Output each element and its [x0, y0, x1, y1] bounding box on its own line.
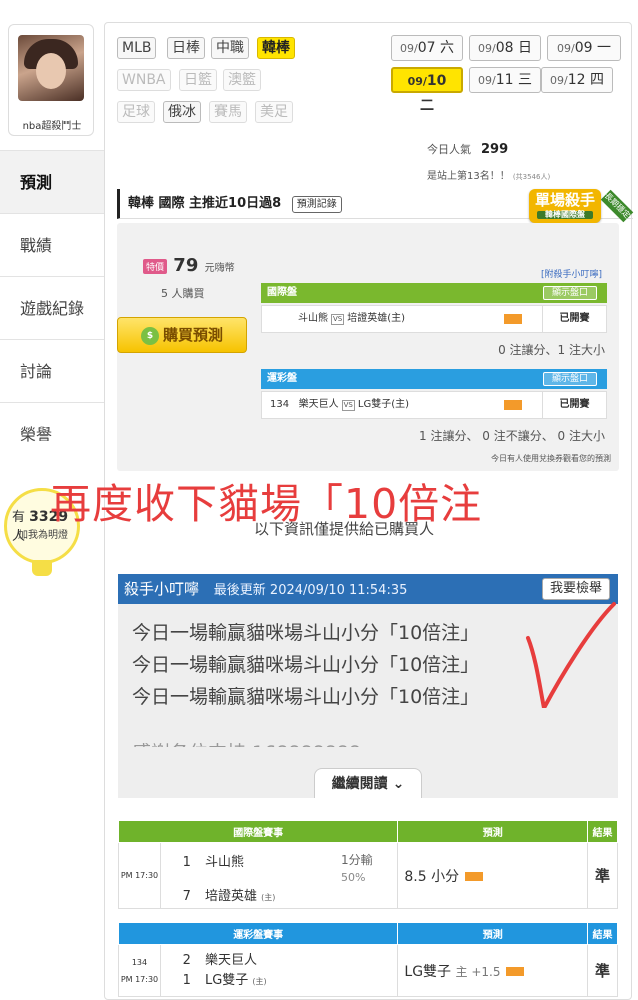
- price: 特價 79 元嗨幣: [143, 255, 235, 276]
- date-0909[interactable]: 09/09 一: [547, 35, 621, 61]
- intl-bet-header: 國際盤 顯示盤口: [261, 283, 607, 303]
- avatar-face: [36, 53, 66, 89]
- show-odds-button-lottery[interactable]: 顯示盤口: [542, 372, 597, 386]
- lottery-matchup: 134 樂天巨人 VS LG雙子(主): [270, 399, 409, 411]
- odds-tag-icon: [506, 967, 525, 976]
- intl-line: 1分輸: [340, 853, 373, 867]
- intl-status: 已開賽: [542, 306, 606, 332]
- tip-line: 今日一場輸贏貓咪場斗山小分「10倍注」: [132, 686, 480, 708]
- col-lottery-pred: 預測: [397, 922, 589, 945]
- report-button[interactable]: 我要檢舉: [541, 578, 610, 600]
- tag-wnba[interactable]: WNBA: [117, 69, 171, 91]
- tip-line: 今日一場輸贏貓咪場斗山小分「10倍注」: [132, 622, 480, 644]
- date-0911[interactable]: 09/11 三: [469, 67, 541, 93]
- tag-khl[interactable]: 俄冰: [163, 101, 201, 123]
- show-odds-button[interactable]: 顯示盤口: [542, 286, 597, 300]
- tip-updated: 最後更新 2024/09/10 11:54:35: [213, 583, 408, 598]
- lightbulb-base: [32, 560, 52, 576]
- lottery-away-team: 2 樂天巨人: [182, 953, 257, 968]
- date-0908[interactable]: 09/08 日: [469, 35, 541, 61]
- intl-pct: 50%: [340, 871, 366, 884]
- sidebar-item-game-log[interactable]: 遊戲紀錄: [0, 276, 106, 339]
- prediction-title: 韓棒 國際 主推近10日過8: [128, 196, 282, 211]
- col-intl-game: 國際盤賽事: [117, 820, 399, 843]
- username[interactable]: nba超殺鬥士: [9, 117, 95, 132]
- odds-tag-icon: [504, 314, 522, 324]
- col-lottery-result: 結果: [587, 922, 618, 945]
- tag-mlb[interactable]: MLB: [117, 37, 157, 59]
- tag-soccer[interactable]: 足球: [117, 101, 155, 123]
- intl-prediction: 8.5 小分: [397, 842, 589, 909]
- sidebar-item-discuss[interactable]: 討論: [0, 339, 106, 402]
- sidebar-item-honor[interactable]: 榮譽: [0, 402, 106, 465]
- odds-tag-icon: [465, 872, 484, 881]
- sidebar-item-predict[interactable]: 預測: [0, 150, 106, 213]
- tag-jbl[interactable]: 日籃: [179, 69, 217, 91]
- lottery-prediction: LG雙子 主 +1.5: [397, 944, 589, 997]
- tag-kbo[interactable]: 韓棒: [257, 37, 295, 59]
- date-0912[interactable]: 09/12 四: [541, 67, 613, 93]
- intl-game-time: PM 17:30: [118, 842, 161, 909]
- tag-npb[interactable]: 日棒: [167, 37, 205, 59]
- col-intl-result: 結果: [587, 820, 618, 843]
- page: nba超殺鬥士 預測 戰績 遊戲紀錄 討論 榮譽 有 3329 人 加我為明燈 …: [0, 0, 638, 1000]
- killer-badge: 單場殺手 韓棒國際盤: [529, 189, 601, 223]
- lottery-game-time: 134 PM 17:30: [118, 944, 161, 997]
- lottery-bet-row: 134 樂天巨人 VS LG雙子(主) 已開賽: [261, 391, 607, 419]
- buyer-count: 5 人購買: [161, 287, 205, 300]
- red-checkmark-annotation: [526, 602, 616, 708]
- intl-game-cell: 1 斗山熊 7 培證英雄 (主) 1分輸 50%: [159, 842, 399, 909]
- lottery-summary: 1 注讓分、 0 注不讓分、 0 注大小: [419, 429, 605, 443]
- intl-away-team: 1 斗山熊: [182, 855, 244, 870]
- tag-horse[interactable]: 賽馬: [209, 101, 247, 123]
- buyers-only-notice: 以下資訊僅提供給已購買人: [254, 520, 435, 538]
- intl-result: 準: [587, 842, 618, 909]
- tip-line-truncated: 感謝各位支持 168888888: [132, 742, 361, 758]
- tag-nfl[interactable]: 美足: [255, 101, 293, 123]
- tip-title: 殺手小叮嚀: [124, 580, 200, 598]
- voucher-note: 今日有人使用兌換券觀看您的預測: [491, 454, 611, 463]
- date-0910[interactable]: 09/10 二: [391, 67, 463, 114]
- intl-home-team: 7 培證英雄 (主): [182, 889, 276, 904]
- odds-tag-icon-lottery: [504, 400, 522, 410]
- lottery-bet-header: 運彩盤 顯示盤口: [261, 369, 607, 389]
- lottery-game-cell: 2 樂天巨人 1 LG雙子 (主): [159, 944, 399, 997]
- col-lottery-game: 運彩盤賽事: [117, 922, 399, 945]
- tag-nbl[interactable]: 澳籃: [223, 69, 261, 91]
- buy-prediction-button[interactable]: $ 購買預測: [117, 317, 247, 353]
- lottery-status: 已開賽: [542, 392, 606, 418]
- col-intl-pred: 預測: [397, 820, 589, 843]
- tip-line: 今日一場輸贏貓咪場斗山小分「10倍注」: [132, 654, 480, 676]
- profile-card[interactable]: nba超殺鬥士: [8, 24, 94, 136]
- sidebar-item-record[interactable]: 戰績: [0, 213, 106, 276]
- purchase-panel: 特價 79 元嗨幣 5 人購買 $ 購買預測 [附殺手小叮嚀] 國際盤 顯示盤口 …: [117, 223, 619, 471]
- popularity: 今日人氣 299: [427, 142, 509, 157]
- tip-link[interactable]: [附殺手小叮嚀]: [541, 267, 602, 280]
- sidebar-nav: 預測 戰績 遊戲紀錄 討論 榮譽: [0, 150, 106, 465]
- intl-matchup: 斗山熊 VS 培證英雄(主): [298, 313, 406, 325]
- lottery-result: 準: [587, 944, 618, 997]
- chevron-down-icon: ⌄: [392, 776, 405, 792]
- lottery-home-team: 1 LG雙子 (主): [182, 973, 267, 988]
- date-0907[interactable]: 09/07 六: [391, 35, 463, 61]
- intl-summary: 0 注讓分、1 注大小: [498, 343, 605, 357]
- site-rank: 是站上第13名！！ (共3546人): [427, 171, 551, 182]
- tag-cpbl[interactable]: 中職: [211, 37, 249, 59]
- coin-icon: $: [140, 326, 159, 345]
- lottery-result-table: 運彩盤賽事 預測 結果 134 PM 17:30 2 樂天巨人 1 LG雙子 (主) …: [117, 922, 618, 997]
- intl-result-table: 國際盤賽事 預測 結果 PM 17:30 1 斗山熊 7 培證英雄 (主) 1分輸 …: [117, 820, 618, 909]
- continue-reading-button[interactable]: 繼續閱讀 ⌄: [314, 768, 422, 798]
- intl-bet-row: 斗山熊 VS 培證英雄(主) 已開賽: [261, 305, 607, 333]
- avatar[interactable]: [18, 35, 84, 101]
- prediction-record-button[interactable]: 預測記錄: [291, 196, 342, 213]
